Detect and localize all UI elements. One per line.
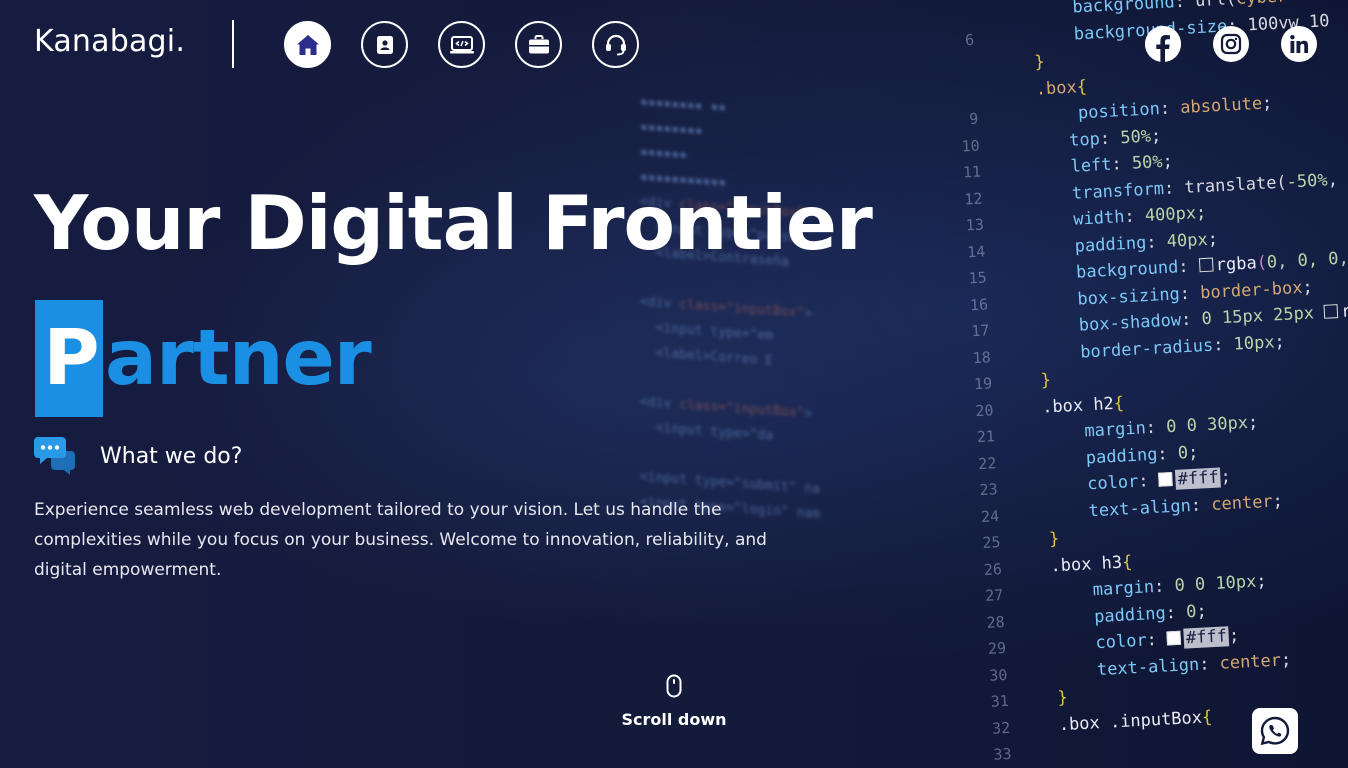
home-icon — [296, 34, 319, 55]
nav-projects-button[interactable] — [438, 21, 485, 68]
nav-contact-button[interactable] — [361, 21, 408, 68]
headset-icon — [605, 34, 626, 55]
hero-partner-word: P artner — [35, 300, 372, 417]
whatsapp-chat-button[interactable] — [1252, 708, 1298, 754]
what-we-do-heading: What we do? — [34, 436, 242, 476]
nav-services-button[interactable] — [515, 21, 562, 68]
partner-rest-text: artner — [105, 314, 372, 403]
scroll-down-label: Scroll down — [621, 710, 727, 729]
nav-support-button[interactable] — [592, 21, 639, 68]
whatsapp-icon — [1260, 716, 1290, 746]
main-nav — [284, 21, 639, 68]
background-code-editor: background: url(Cyber- 6 background-size… — [961, 0, 1348, 764]
contact-book-icon — [376, 35, 393, 54]
nav-home-button[interactable] — [284, 21, 331, 68]
social-links — [1145, 26, 1317, 62]
chat-bubbles-icon — [34, 437, 75, 475]
facebook-link[interactable] — [1145, 26, 1181, 62]
header-divider — [232, 20, 234, 68]
linkedin-icon — [1290, 35, 1308, 53]
what-we-do-label: What we do? — [100, 443, 243, 469]
facebook-icon — [1145, 26, 1181, 62]
scroll-down-indicator[interactable]: Scroll down — [600, 674, 748, 729]
briefcase-icon — [528, 34, 549, 53]
mouse-icon — [666, 674, 682, 698]
hero-headline: Your Digital Frontier — [34, 179, 873, 267]
linkedin-link[interactable] — [1281, 26, 1317, 62]
site-logo[interactable]: Kanabagi. — [34, 24, 185, 59]
instagram-link[interactable] — [1213, 26, 1249, 62]
laptop-code-icon — [449, 35, 474, 53]
instagram-icon — [1220, 33, 1242, 55]
hero-description: Experience seamless web development tail… — [34, 500, 767, 580]
partner-highlight-letter: P — [35, 300, 103, 417]
